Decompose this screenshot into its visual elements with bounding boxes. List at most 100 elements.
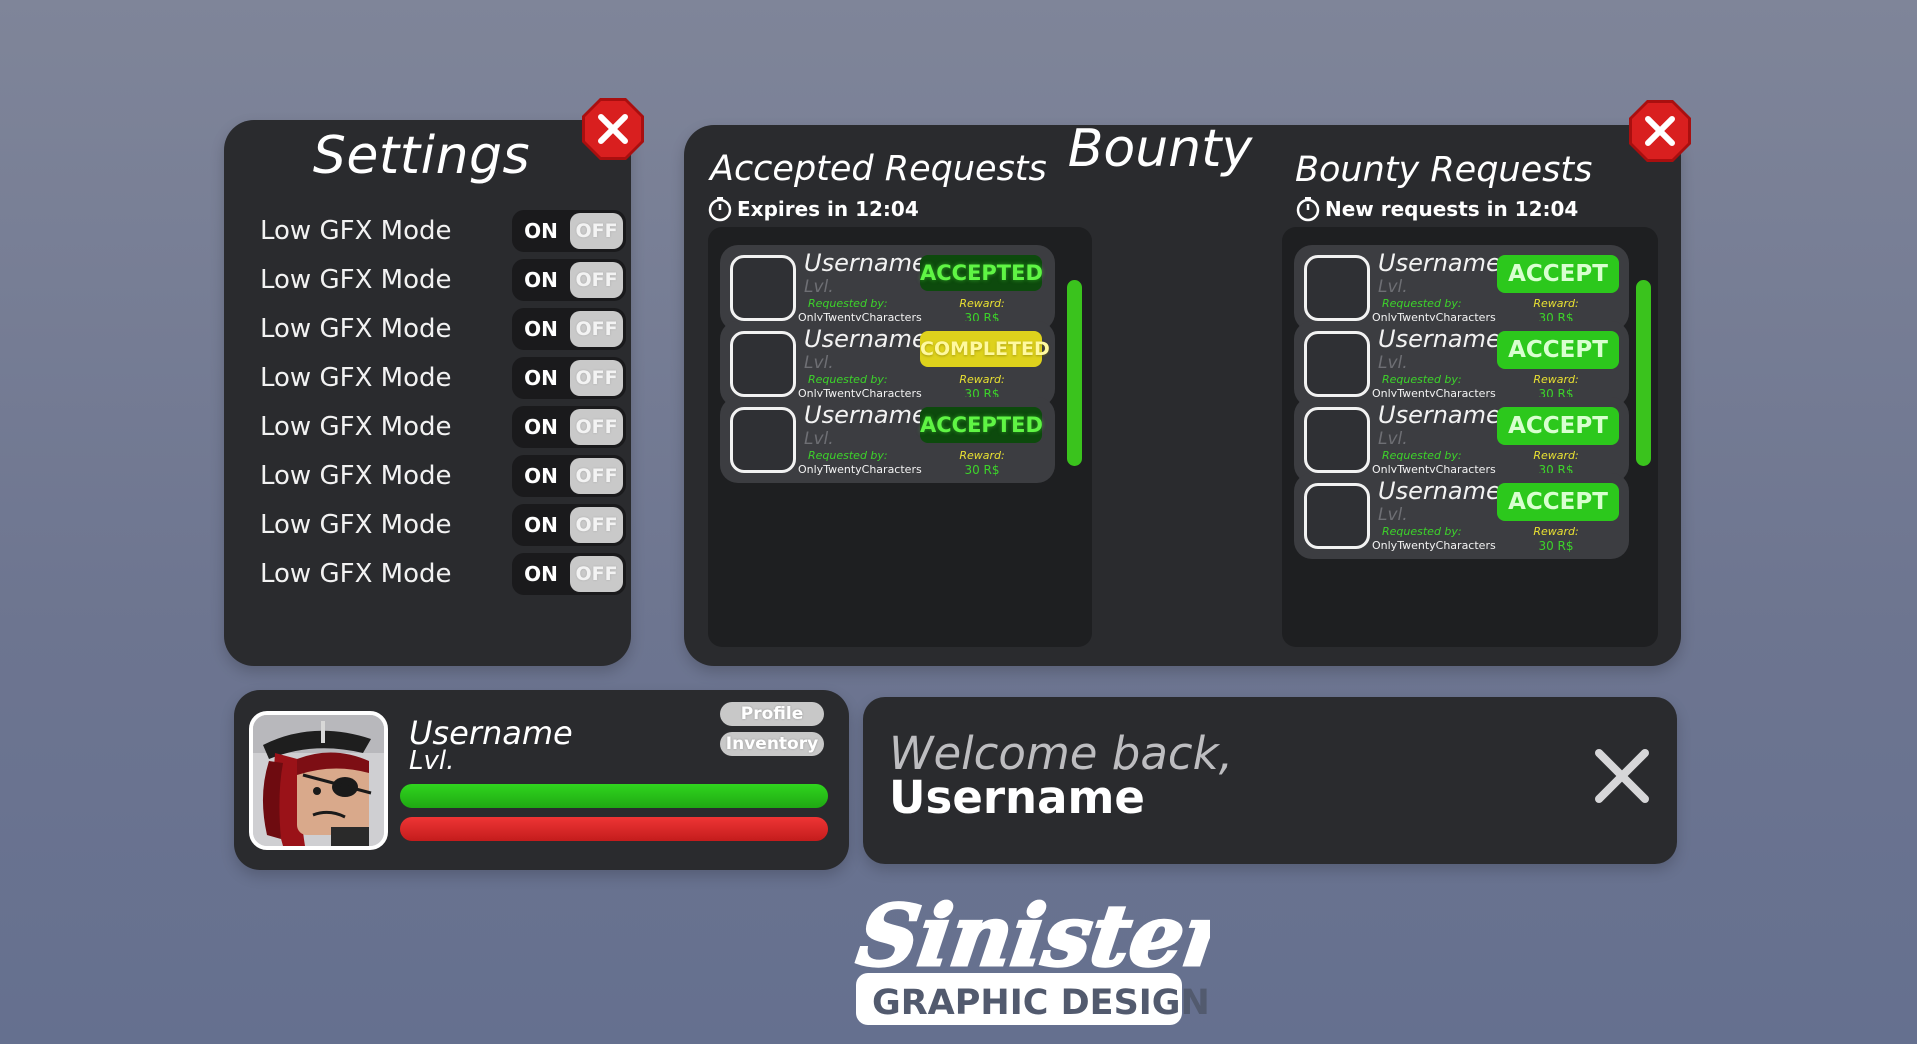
xp-bar bbox=[400, 784, 828, 808]
settings-row: Low GFX Mode ON OFF bbox=[260, 259, 626, 303]
settings-row: Low GFX Mode ON OFF bbox=[260, 210, 626, 254]
toggle-off-label[interactable]: OFF bbox=[570, 262, 623, 298]
reward-value: 30 R$ bbox=[1538, 539, 1574, 553]
reward-value: 30 R$ bbox=[964, 463, 1000, 477]
status-badge: COMPLETED bbox=[920, 331, 1050, 367]
toggle-off-label[interactable]: OFF bbox=[570, 311, 623, 347]
accepted-scrollbar[interactable] bbox=[1067, 280, 1082, 466]
bounty-requests-title: Bounty Requests bbox=[1295, 150, 1593, 190]
profile-level: Lvl. bbox=[409, 746, 455, 776]
card-avatar bbox=[1304, 483, 1370, 549]
requested-by-label: Requested by: bbox=[1382, 373, 1462, 386]
requests-timer-text: New requests in 12:04 bbox=[1325, 197, 1579, 221]
bounty-card: Username Lvl. Requested by: OnlyTwentyChara… bbox=[720, 397, 1055, 483]
toggle-off-label[interactable]: OFF bbox=[570, 213, 623, 249]
bounty-card: Username Lvl. Requested by: OnlyTwentyChara… bbox=[1294, 321, 1629, 407]
low-gfx-toggle[interactable]: ON OFF bbox=[512, 504, 626, 546]
bounty-card: Username Lvl. Requested by: OnlyTwentyChara… bbox=[1294, 397, 1629, 483]
card-avatar bbox=[1304, 407, 1370, 473]
accepted-list: Username Lvl. Requested by: OnlyTwentyChara… bbox=[708, 227, 1092, 647]
bounty-card: Username Lvl. Requested by: OnlyTwentyChara… bbox=[1294, 245, 1629, 331]
accept-button[interactable]: ACCEPT bbox=[1497, 407, 1619, 445]
accepted-timer-text: Expires in 12:04 bbox=[737, 197, 919, 221]
setting-label: Low GFX Mode bbox=[260, 510, 452, 540]
requested-by-label: Requested by: bbox=[808, 449, 888, 462]
settings-row: Low GFX Mode ON OFF bbox=[260, 406, 626, 450]
settings-title: Settings bbox=[312, 126, 531, 186]
setting-label: Low GFX Mode bbox=[260, 265, 452, 295]
welcome-panel: Welcome back, Username bbox=[863, 697, 1677, 864]
toggle-on-label[interactable]: ON bbox=[512, 210, 570, 252]
toggle-on-label[interactable]: ON bbox=[512, 357, 570, 399]
card-level: Lvl. bbox=[1378, 505, 1408, 525]
card-username: Username bbox=[1378, 477, 1501, 505]
xp-bar-fill bbox=[400, 784, 828, 808]
toggle-on-label[interactable]: ON bbox=[512, 455, 570, 497]
requester-name: OnlyTwentyCharacters bbox=[1372, 539, 1496, 552]
settings-row: Low GFX Mode ON OFF bbox=[260, 553, 626, 597]
requester-name: OnlyTwentyCharacters bbox=[798, 463, 922, 476]
reward-label: Reward: bbox=[1533, 449, 1579, 462]
low-gfx-toggle[interactable]: ON OFF bbox=[512, 357, 626, 399]
bounty-card: Username Lvl. Requested by: OnlyTwentyChara… bbox=[720, 321, 1055, 407]
svg-text:Sinister: Sinister bbox=[852, 886, 1210, 985]
toggle-on-label[interactable]: ON bbox=[512, 504, 570, 546]
toggle-on-label[interactable]: ON bbox=[512, 553, 570, 595]
reward-label: Reward: bbox=[959, 449, 1005, 462]
card-username: Username bbox=[1378, 401, 1501, 429]
toggle-off-label[interactable]: OFF bbox=[570, 409, 623, 445]
card-avatar bbox=[730, 255, 796, 321]
card-level: Lvl. bbox=[804, 429, 834, 449]
sinister-logo: Sinister GRAPHIC DESIGNER bbox=[810, 885, 1261, 1035]
low-gfx-toggle[interactable]: ON OFF bbox=[512, 455, 626, 497]
reward-label: Reward: bbox=[959, 297, 1005, 310]
setting-label: Low GFX Mode bbox=[260, 314, 452, 344]
toggle-on-label[interactable]: ON bbox=[512, 406, 570, 448]
stopwatch-icon bbox=[1296, 197, 1320, 222]
setting-label: Low GFX Mode bbox=[260, 412, 452, 442]
accept-button[interactable]: ACCEPT bbox=[1497, 255, 1619, 293]
settings-row: Low GFX Mode ON OFF bbox=[260, 357, 626, 401]
card-level: Lvl. bbox=[804, 277, 834, 297]
svg-text:GRAPHIC DESIGNER: GRAPHIC DESIGNER bbox=[872, 983, 1210, 1023]
accept-button[interactable]: ACCEPT bbox=[1497, 331, 1619, 369]
settings-row: Low GFX Mode ON OFF bbox=[260, 308, 626, 352]
requested-by-label: Requested by: bbox=[1382, 449, 1462, 462]
settings-row: Low GFX Mode ON OFF bbox=[260, 455, 626, 499]
card-level: Lvl. bbox=[1378, 277, 1408, 297]
accept-button[interactable]: ACCEPT bbox=[1497, 483, 1619, 521]
card-level: Lvl. bbox=[1378, 353, 1408, 373]
accepted-timer: Expires in 12:04 bbox=[707, 195, 919, 223]
toggle-off-label[interactable]: OFF bbox=[570, 458, 623, 494]
card-username: Username bbox=[804, 249, 927, 277]
requests-scrollbar[interactable] bbox=[1636, 280, 1651, 466]
settings-close-button[interactable] bbox=[580, 96, 646, 162]
toggle-off-label[interactable]: OFF bbox=[570, 556, 623, 592]
setting-label: Low GFX Mode bbox=[260, 216, 452, 246]
card-username: Username bbox=[804, 401, 927, 429]
bounty-title: Bounty bbox=[1067, 119, 1253, 179]
low-gfx-toggle[interactable]: ON OFF bbox=[512, 553, 626, 595]
toggle-off-label[interactable]: OFF bbox=[570, 507, 623, 543]
avatar[interactable] bbox=[249, 711, 388, 850]
profile-button[interactable]: Profile bbox=[720, 702, 824, 726]
card-username: Username bbox=[804, 325, 927, 353]
inventory-button[interactable]: Inventory bbox=[720, 732, 824, 756]
low-gfx-toggle[interactable]: ON OFF bbox=[512, 210, 626, 252]
accepted-requests-title: Accepted Requests bbox=[710, 149, 1047, 189]
bounty-close-button[interactable] bbox=[1627, 98, 1693, 164]
settings-row: Low GFX Mode ON OFF bbox=[260, 504, 626, 548]
bounty-card: Username Lvl. Requested by: OnlyTwentyChara… bbox=[720, 245, 1055, 331]
low-gfx-toggle[interactable]: ON OFF bbox=[512, 259, 626, 301]
requested-by-label: Requested by: bbox=[808, 373, 888, 386]
bounty-card: Username Lvl. Requested by: OnlyTwentyChara… bbox=[1294, 473, 1629, 559]
card-avatar bbox=[1304, 255, 1370, 321]
toggle-off-label[interactable]: OFF bbox=[570, 360, 623, 396]
toggle-on-label[interactable]: ON bbox=[512, 308, 570, 350]
welcome-dismiss-button[interactable] bbox=[1593, 747, 1651, 805]
card-level: Lvl. bbox=[804, 353, 834, 373]
health-bar bbox=[400, 817, 828, 841]
low-gfx-toggle[interactable]: ON OFF bbox=[512, 308, 626, 350]
low-gfx-toggle[interactable]: ON OFF bbox=[512, 406, 626, 448]
toggle-on-label[interactable]: ON bbox=[512, 259, 570, 301]
